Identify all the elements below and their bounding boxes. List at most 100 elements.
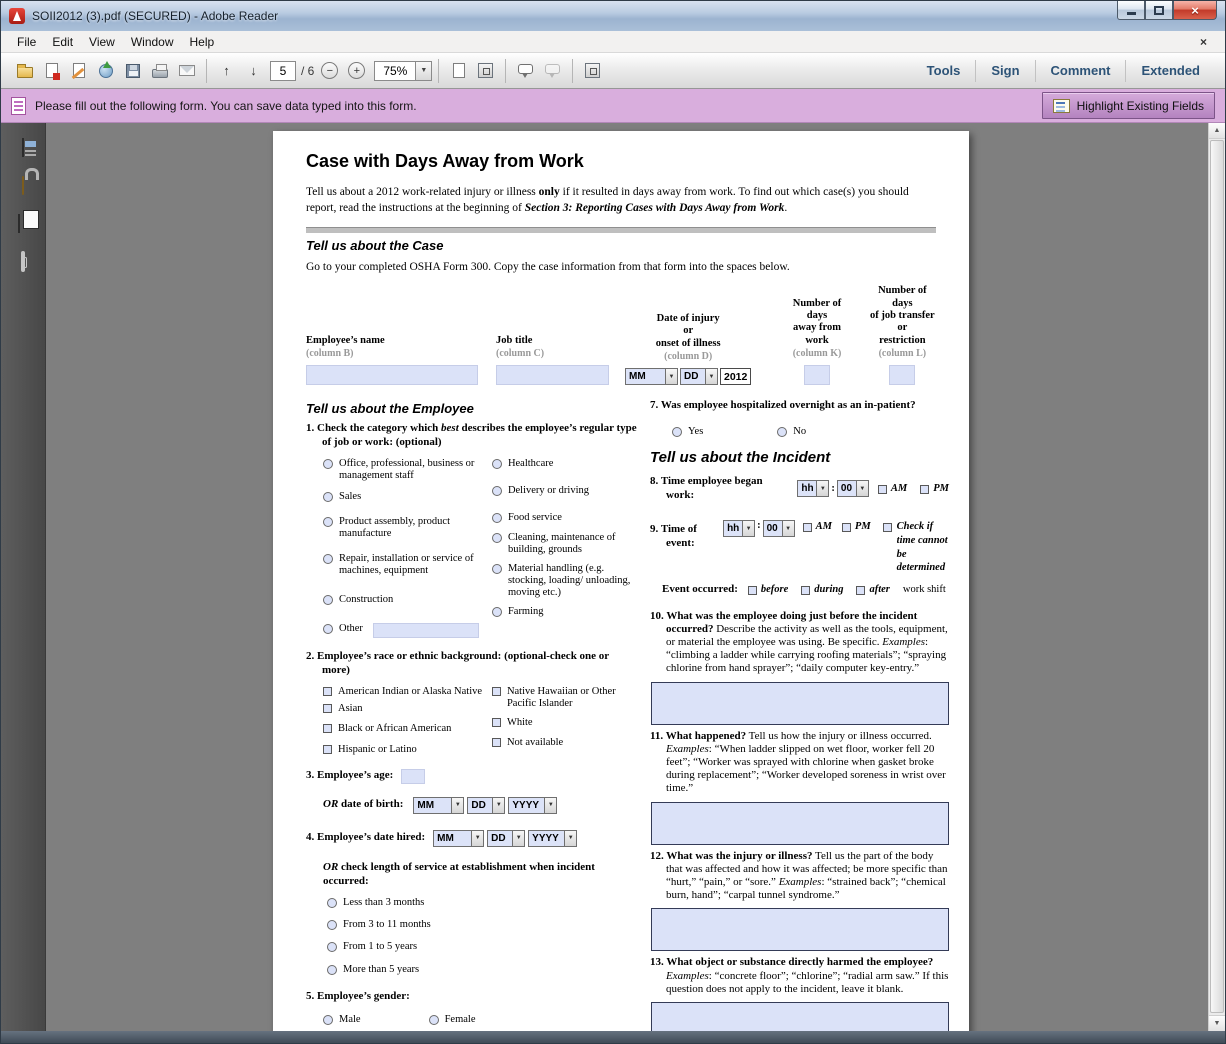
security-settings-button[interactable] [22, 177, 24, 195]
event-hour-dropdown[interactable]: hh▼ [723, 520, 755, 537]
radio-button[interactable] [492, 459, 502, 469]
injury-day-dropdown[interactable]: DD▼ [680, 368, 718, 385]
radio-button[interactable] [327, 920, 337, 930]
radio-button[interactable] [323, 624, 333, 634]
comment-panel-button[interactable]: Comment [1036, 63, 1126, 78]
job-title-field[interactable] [496, 365, 609, 385]
radio-button[interactable] [777, 427, 787, 437]
radio-button[interactable] [492, 564, 502, 574]
checkbox[interactable] [323, 704, 332, 713]
radio-button[interactable] [323, 595, 333, 605]
document-area[interactable]: Case with Days Away from Work Tell us ab… [47, 123, 1208, 1031]
menu-view[interactable]: View [81, 32, 123, 52]
scroll-up-button[interactable]: ▲ [1209, 123, 1225, 139]
email-button[interactable] [174, 58, 199, 84]
event-minute-dropdown[interactable]: 00▼ [763, 520, 795, 537]
employee-name-field[interactable] [306, 365, 478, 385]
what-happened-textarea[interactable] [651, 802, 949, 845]
radio-button[interactable] [323, 1015, 333, 1025]
time-cannot-be-determined-checkbox[interactable] [883, 523, 892, 532]
before-checkbox[interactable] [748, 586, 757, 595]
hired-day-dropdown[interactable]: DD▼ [487, 830, 525, 847]
zoom-dropdown-button[interactable]: ▼ [416, 61, 432, 81]
extended-panel-button[interactable]: Extended [1126, 63, 1215, 78]
menu-help[interactable]: Help [182, 32, 223, 52]
began-minute-dropdown[interactable]: 00▼ [837, 480, 869, 497]
page-number-input[interactable]: 5 [270, 61, 296, 81]
dob-year-dropdown[interactable]: YYYY▼ [508, 797, 557, 814]
sign-panel-button[interactable]: Sign [976, 63, 1034, 78]
page-fit-button[interactable] [473, 58, 498, 84]
injury-year-field[interactable]: 2012 [720, 368, 751, 385]
radio-button[interactable] [323, 517, 333, 527]
scroll-down-button[interactable]: ▼ [1209, 1015, 1225, 1031]
vertical-scrollbar-thumb[interactable] [1210, 140, 1224, 1013]
before-incident-textarea[interactable] [651, 682, 949, 725]
titlebar[interactable]: SOII2012 (3).pdf (SECURED) - Adobe Reade… [1, 1, 1225, 31]
next-page-button[interactable]: ↓ [241, 58, 266, 84]
radio-button[interactable] [327, 942, 337, 952]
highlight-existing-fields-button[interactable]: Highlight Existing Fields [1042, 92, 1215, 119]
close-button[interactable]: × [1173, 1, 1217, 20]
save-button[interactable] [120, 58, 145, 84]
menu-window[interactable]: Window [123, 32, 182, 52]
sign-document-button[interactable] [66, 58, 91, 84]
began-hour-dropdown[interactable]: hh▼ [797, 480, 829, 497]
radio-button[interactable] [323, 459, 333, 469]
injury-month-dropdown[interactable]: MM▼ [625, 368, 678, 385]
checkbox[interactable] [492, 687, 501, 696]
annotate-button[interactable] [540, 58, 565, 84]
hired-year-dropdown[interactable]: YYYY▼ [528, 830, 577, 847]
close-document-icon[interactable]: × [1190, 35, 1217, 49]
open-file-button[interactable] [12, 58, 37, 84]
event-pm-checkbox[interactable] [842, 523, 851, 532]
maximize-button[interactable] [1145, 1, 1173, 20]
radio-button[interactable] [323, 492, 333, 502]
zoom-in-button[interactable]: + [344, 58, 369, 84]
pdf-create-button[interactable] [39, 58, 64, 84]
days-away-field[interactable] [804, 365, 830, 385]
employee-age-field[interactable] [401, 769, 425, 784]
began-pm-checkbox[interactable] [920, 485, 929, 494]
attachments-button[interactable] [21, 253, 25, 271]
previous-page-button[interactable]: ↑ [214, 58, 239, 84]
zoom-level-input[interactable]: 75% [374, 61, 416, 81]
after-checkbox[interactable] [856, 586, 865, 595]
other-category-field[interactable] [373, 623, 479, 638]
radio-button[interactable] [327, 965, 337, 975]
checkbox[interactable] [323, 724, 332, 733]
radio-button[interactable] [672, 427, 682, 437]
radio-button[interactable] [492, 533, 502, 543]
radio-button[interactable] [429, 1015, 439, 1025]
checkbox[interactable] [492, 738, 501, 747]
checkbox[interactable] [323, 687, 332, 696]
checkbox[interactable] [492, 718, 501, 727]
vertical-scrollbar[interactable]: ▲ ▼ [1208, 123, 1225, 1031]
harmful-object-textarea[interactable] [651, 1002, 949, 1031]
checkbox[interactable] [323, 745, 332, 754]
page-thumbnails-button[interactable] [22, 139, 24, 157]
share-upload-button[interactable] [93, 58, 118, 84]
scrolling-mode-button[interactable] [446, 58, 471, 84]
during-checkbox[interactable] [801, 586, 810, 595]
injury-illness-textarea[interactable] [651, 908, 949, 951]
job-transfer-field[interactable] [889, 365, 915, 385]
event-am-checkbox[interactable] [803, 523, 812, 532]
radio-button[interactable] [323, 554, 333, 564]
dob-day-dropdown[interactable]: DD▼ [467, 797, 505, 814]
print-button[interactable] [147, 58, 172, 84]
radio-button[interactable] [492, 607, 502, 617]
menu-file[interactable]: File [9, 32, 44, 52]
reading-mode-button[interactable] [580, 58, 605, 84]
began-am-checkbox[interactable] [878, 485, 887, 494]
hired-month-dropdown[interactable]: MM▼ [433, 830, 484, 847]
radio-button[interactable] [492, 486, 502, 496]
comment-bubble-button[interactable] [513, 58, 538, 84]
zoom-out-button[interactable]: − [317, 58, 342, 84]
radio-button[interactable] [492, 513, 502, 523]
tools-panel-button[interactable]: Tools [912, 63, 976, 78]
dob-month-dropdown[interactable]: MM▼ [413, 797, 464, 814]
radio-button[interactable] [327, 898, 337, 908]
menu-edit[interactable]: Edit [44, 32, 81, 52]
minimize-button[interactable] [1117, 1, 1145, 20]
